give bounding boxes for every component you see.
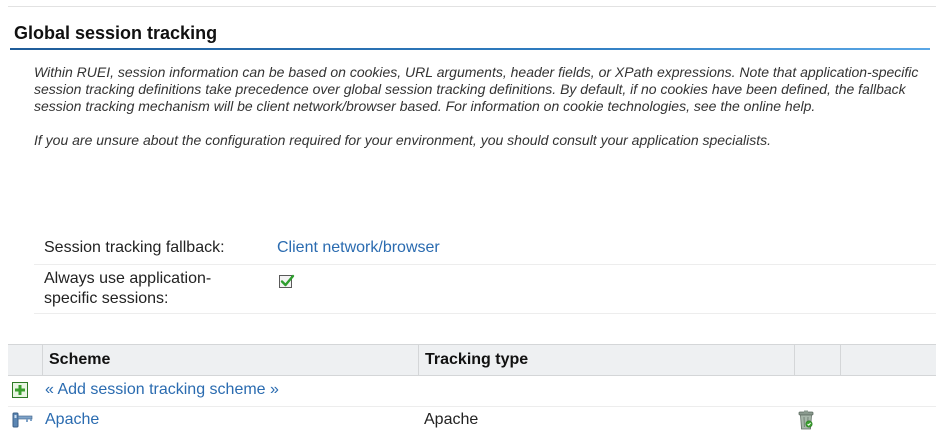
always-app-sessions-row: Always use application-specific sessions… <box>34 265 936 314</box>
fallback-setting-row: Session tracking fallback: Client networ… <box>34 234 936 265</box>
column-header-action-2 <box>840 345 936 375</box>
scheme-key-icon <box>12 412 33 428</box>
add-scheme-row: « Add session tracking scheme » <box>8 376 936 407</box>
section-description: Within RUEI, session information can be … <box>34 64 932 149</box>
table-row: Apache Apache <box>8 407 936 433</box>
always-app-sessions-label: Always use application-specific sessions… <box>44 270 212 307</box>
tracking-type-cell: Apache <box>424 411 479 428</box>
scheme-link-apache[interactable]: Apache <box>45 410 99 430</box>
description-paragraph-2: If you are unsure about the configuratio… <box>34 132 771 148</box>
checkmark-icon <box>280 274 295 287</box>
section-title: Global session tracking <box>14 23 218 43</box>
trash-can-icon[interactable] <box>797 410 815 430</box>
add-session-tracking-scheme-link[interactable]: « Add session tracking scheme » <box>45 380 279 400</box>
column-header-scheme: Scheme <box>42 345 418 375</box>
fallback-label: Session tracking fallback: <box>44 239 225 256</box>
column-header-action-1 <box>794 345 840 375</box>
description-paragraph-1: Within RUEI, session information can be … <box>34 64 919 114</box>
always-app-sessions-checkbox[interactable] <box>279 274 295 288</box>
table-header: Scheme Tracking type <box>8 344 936 376</box>
fallback-value-link[interactable]: Client network/browser <box>277 238 440 258</box>
title-underline <box>10 48 930 50</box>
add-plus-icon[interactable] <box>12 382 28 398</box>
top-divider <box>8 6 936 7</box>
column-header-icon <box>8 345 42 375</box>
column-header-tracking-type: Tracking type <box>418 345 794 375</box>
